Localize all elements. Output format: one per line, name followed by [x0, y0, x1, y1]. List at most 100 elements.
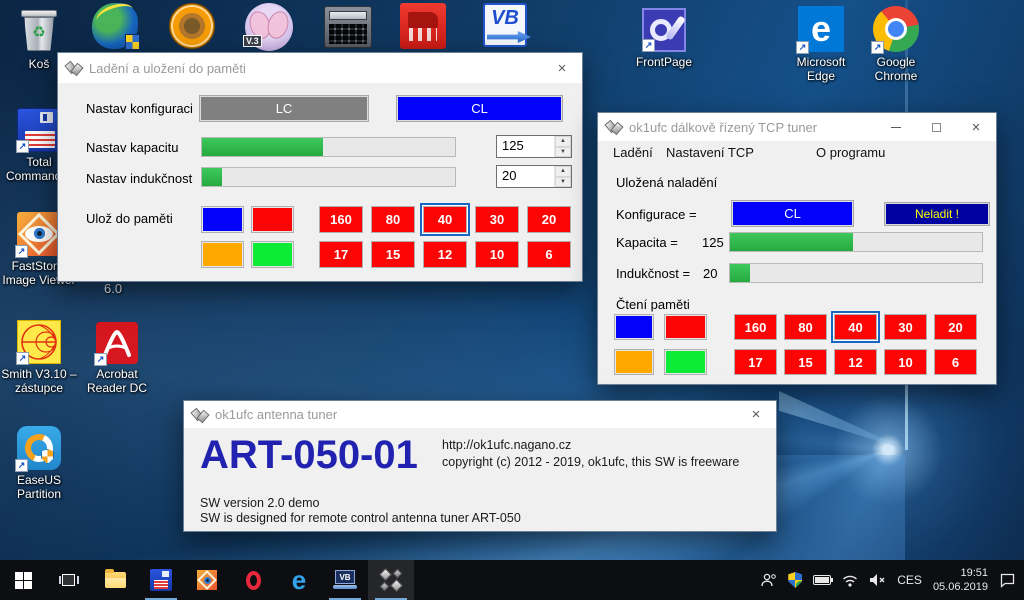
calculator-icon — [324, 6, 372, 48]
memory-color-green-button[interactable] — [664, 349, 707, 375]
inductance-slider[interactable] — [201, 167, 456, 187]
desktop-icon-calculator[interactable] — [324, 3, 372, 51]
close-icon[interactable]: × — [736, 401, 776, 428]
desktop-icon-chrome[interactable]: ↗ Google Chrome — [857, 6, 935, 83]
lc-button[interactable]: LC — [199, 95, 369, 122]
capacity-fill — [202, 138, 323, 156]
memory-6-button[interactable]: 6 — [527, 241, 571, 268]
desktop-icon-smith[interactable]: ↗ Smith V3.10 – zástupce — [0, 320, 78, 395]
v3-badge: V.3 — [243, 35, 262, 47]
desktop-icon-chip[interactable] — [400, 3, 446, 51]
opera-icon — [246, 571, 261, 590]
close-icon[interactable]: × — [956, 113, 996, 141]
volume-muted-icon[interactable] — [869, 573, 886, 587]
language-indicator[interactable]: CES — [897, 573, 922, 587]
minimize-icon[interactable] — [876, 113, 916, 141]
battery-icon[interactable] — [813, 575, 831, 585]
memory-12-button[interactable]: 12 — [834, 349, 877, 375]
taskbar-opera-button[interactable] — [230, 560, 276, 600]
desktop-icon-globe[interactable] — [92, 3, 138, 51]
taskbar-total-commander-button[interactable] — [138, 560, 184, 600]
inductance-value[interactable]: 20 — [497, 166, 554, 187]
defender-icon[interactable]: ✓ — [788, 572, 802, 588]
memory-color-red-button[interactable] — [664, 314, 707, 340]
memory-color-blue-button[interactable] — [201, 206, 244, 233]
smith-chart-icon: ↗ — [17, 320, 61, 364]
titlebar[interactable]: Ladění a uložení do paměti × — [58, 53, 582, 83]
memory-15-button[interactable]: 15 — [784, 349, 827, 375]
memory-80-button[interactable]: 80 — [784, 314, 827, 340]
menu-o-programu[interactable]: O programu — [816, 145, 885, 160]
memory-30-button[interactable]: 30 — [884, 314, 927, 340]
memory-color-orange-button[interactable] — [201, 241, 244, 268]
menu-nastaveni-tcp[interactable]: Nastavení TCP — [666, 145, 754, 160]
memory-20-button[interactable]: 20 — [527, 206, 571, 233]
spin-up-icon[interactable]: ▲ — [555, 166, 571, 177]
taskbar-faststone-button[interactable] — [184, 560, 230, 600]
taskbar-vb-button[interactable]: VB — [322, 560, 368, 600]
file-explorer-button[interactable] — [92, 560, 138, 600]
memory-color-blue-button[interactable] — [614, 314, 654, 340]
desktop-icon-edge[interactable]: e ↗ Microsoft Edge — [782, 6, 860, 83]
memory-10-button[interactable]: 10 — [475, 241, 519, 268]
inductance-fill — [730, 264, 750, 282]
memory-30-button[interactable]: 30 — [475, 206, 519, 233]
titlebar[interactable]: ok1ufc dálkově řízený TCP tuner × — [598, 113, 996, 141]
memory-160-button[interactable]: 160 — [319, 206, 363, 233]
spin-down-icon[interactable]: ▼ — [555, 177, 571, 188]
desktop-icon-easeus[interactable]: ↗ EaseUS Partition — [0, 426, 78, 501]
memory-40-button[interactable]: 40 — [834, 314, 877, 340]
edge-e-glyph: e — [811, 8, 831, 50]
memory-15-button[interactable]: 15 — [371, 241, 415, 268]
capacity-value: 125 — [702, 235, 724, 250]
clock[interactable]: 19:51 05.06.2019 — [933, 566, 988, 594]
capacity-label: Kapacita = — [616, 235, 678, 250]
save-label: Ulož do paměti — [86, 211, 173, 226]
shortcut-arrow-icon: ↗ — [16, 352, 29, 365]
config-label: Konfigurace = — [616, 207, 697, 222]
action-center-icon[interactable] — [999, 572, 1016, 588]
neladit-button[interactable]: Neladit ! — [884, 202, 990, 226]
memory-12-button[interactable]: 12 — [423, 241, 467, 268]
capacity-spinner[interactable]: 125 ▲ ▼ — [496, 135, 572, 158]
wifi-icon[interactable] — [842, 574, 858, 587]
desktop-icon-v3[interactable]: V.3 — [245, 3, 293, 51]
inductance-spinner[interactable]: 20 ▲ ▼ — [496, 165, 572, 188]
icon-label: Acrobat — [78, 367, 156, 381]
memory-80-button[interactable]: 80 — [371, 206, 415, 233]
icon-label: EaseUS — [0, 473, 78, 487]
icon-label: zástupce — [0, 381, 78, 395]
start-button[interactable] — [0, 560, 46, 600]
capacity-slider[interactable] — [201, 137, 456, 157]
desktop-icon-frontpage[interactable]: ↗ FrontPage — [625, 8, 703, 69]
memory-17-button[interactable]: 17 — [319, 241, 363, 268]
cl-button[interactable]: CL — [396, 95, 563, 122]
taskbar-tuner-button[interactable] — [368, 560, 414, 600]
menu-ladeni[interactable]: Ladění — [613, 145, 653, 160]
spin-up-icon[interactable]: ▲ — [555, 136, 571, 147]
memory-6-button[interactable]: 6 — [934, 349, 977, 375]
task-view-button[interactable] — [46, 560, 92, 600]
shortcut-arrow-icon: ↗ — [94, 353, 107, 366]
desktop-icon-acrobat[interactable]: ↗ Acrobat Reader DC — [78, 322, 156, 395]
people-icon[interactable] — [760, 572, 777, 588]
titlebar[interactable]: ok1ufc antenna tuner × — [184, 401, 776, 428]
memory-color-orange-button[interactable] — [614, 349, 654, 375]
window-about: ok1ufc antenna tuner × ART-050-01 http:/… — [183, 400, 777, 532]
memory-17-button[interactable]: 17 — [734, 349, 777, 375]
desktop-icon-vb[interactable]: VB — [483, 3, 527, 51]
memory-10-button[interactable]: 10 — [884, 349, 927, 375]
taskbar-edge-button[interactable]: e — [276, 560, 322, 600]
memory-160-button[interactable]: 160 — [734, 314, 777, 340]
memory-color-green-button[interactable] — [251, 241, 294, 268]
maximize-icon[interactable] — [916, 113, 956, 141]
desktop-icon-orange-ring[interactable] — [169, 3, 215, 51]
memory-20-button[interactable]: 20 — [934, 314, 977, 340]
memory-color-red-button[interactable] — [251, 206, 294, 233]
spin-down-icon[interactable]: ▼ — [555, 147, 571, 158]
cl-indicator-button[interactable]: CL — [731, 200, 854, 227]
close-icon[interactable]: × — [542, 53, 582, 83]
capacity-value[interactable]: 125 — [497, 136, 554, 157]
vb-glyph: VB — [335, 570, 355, 584]
memory-40-button[interactable]: 40 — [423, 206, 467, 233]
